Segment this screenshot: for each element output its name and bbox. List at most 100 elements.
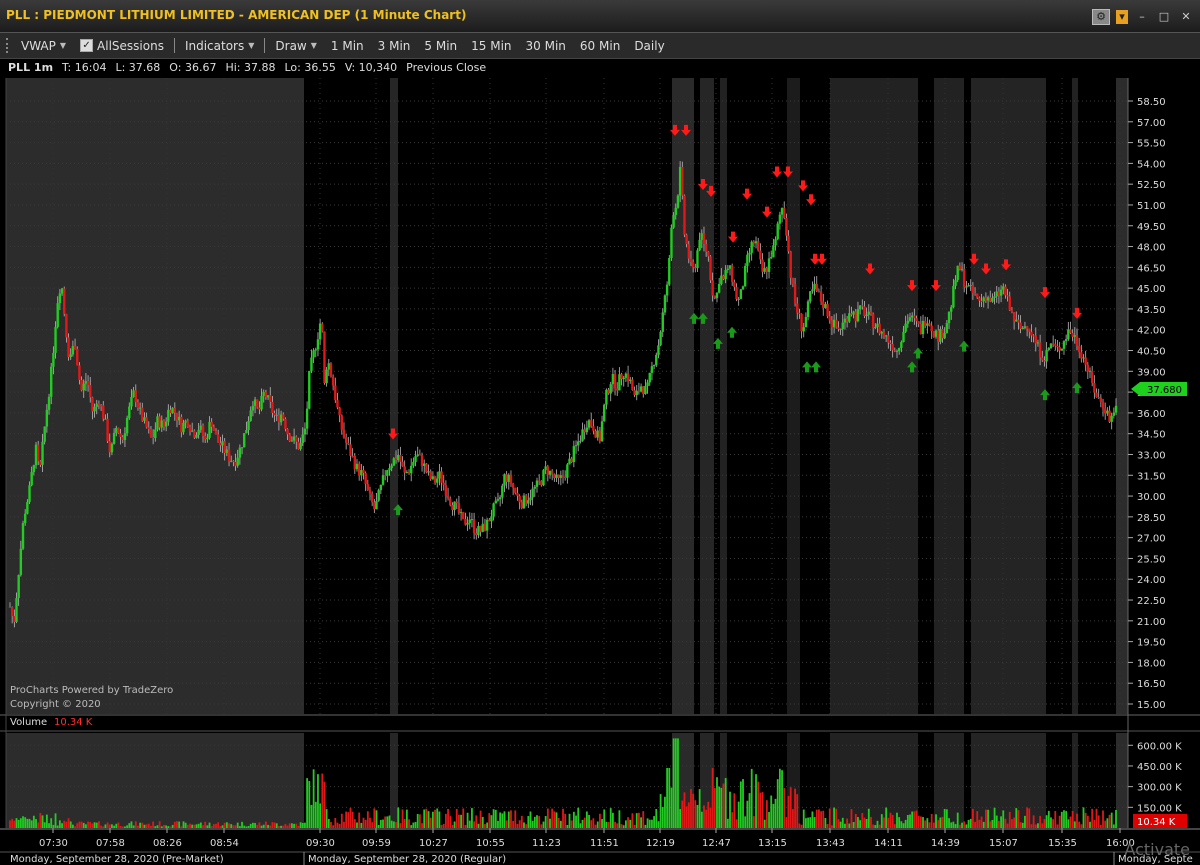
candle-down [1034,335,1037,344]
volume-bar [510,810,512,828]
candle-down [1006,295,1009,297]
volume-bar [447,808,449,828]
volume-bar [390,820,393,828]
candle-up [559,475,563,478]
volume-bar [872,824,875,828]
volume-bar [533,816,536,828]
candle-up [939,329,942,342]
volume-bar [674,738,677,828]
candle-up [45,409,49,427]
candle-up [167,409,170,422]
volume-bar [386,816,389,828]
volume-bar [798,823,801,828]
volume-bar [278,825,280,828]
os-activation-watermark: Activate [1124,840,1190,859]
volume-bar [598,813,601,828]
candle-up [492,503,495,517]
volume-bar [78,821,81,828]
candle-up [15,598,18,622]
candle-down [1071,332,1074,337]
candle-down [537,480,541,482]
candle-up [305,408,309,429]
volume-bar [614,821,616,828]
candle-down [711,280,714,296]
volume-bar [334,818,337,828]
candle-down [117,427,120,434]
candle-up [960,268,964,270]
candle-up [995,291,998,297]
candle-up [275,414,278,416]
volume-bar [269,825,272,828]
candle-up [390,465,393,469]
volume-bar [835,808,838,828]
candle-down [193,430,196,438]
volume-tick-label: 450.00 K [1137,762,1182,773]
candle-down [288,434,291,442]
volume-bar [629,819,632,828]
volume-bar [323,781,326,828]
volume-bar [26,818,29,828]
candle-down [511,483,515,488]
candle-down [509,474,513,484]
volume-bar [1006,823,1009,828]
volume-bar [937,820,940,828]
volume-bar [922,817,924,828]
volume-bar [28,818,31,828]
candle-up [431,476,435,480]
candle-up [292,436,296,441]
candle-up [262,392,265,396]
price-tick-label: 57.00 [1137,118,1166,129]
candle-down [687,244,690,259]
session-band-volume [1116,733,1128,828]
volume-bar [833,807,835,828]
candle-down [546,466,550,475]
candle-up [650,366,654,373]
candle-up [934,330,938,337]
candle-down [340,415,344,430]
candle-up [436,478,439,483]
time-tick-label: 14:11 [874,838,903,849]
candle-up [726,268,730,271]
volume-bar [885,807,888,828]
volume-bar [9,820,11,828]
volume-bar [1021,822,1024,828]
volume-bar [690,788,692,828]
candle-up [225,449,229,453]
volume-bar [785,817,788,828]
volume-bar [458,814,460,828]
candle-down [63,288,66,314]
volume-bar [225,822,228,828]
candle-down [800,313,803,332]
candle-down [681,166,684,196]
candle-up [774,239,777,246]
candle-up [301,434,304,444]
volume-bar [436,808,439,828]
volume-bar [505,820,508,828]
candle-down [704,244,708,252]
candle-down [407,472,411,474]
volume-bar [666,768,669,828]
candle-down [455,501,458,504]
candle-up [28,485,31,503]
candle-down [464,518,467,525]
volume-bar [442,823,445,828]
candle-down [976,293,979,298]
volume-last-tag: 10.34 K [1133,814,1187,828]
volume-bar [217,822,220,828]
volume-bar [935,814,937,828]
candle-up [843,318,847,323]
volume-bar [787,795,790,828]
volume-bar [564,813,567,828]
price-chart[interactable]: 58.50 57.00 55.50 54.00 52.50 51.00 49.50 48.00… [0,0,1200,865]
candle-down [1086,364,1090,372]
volume-bar [618,810,621,828]
candle-up [906,320,910,324]
candle-down [590,420,593,427]
candle-down [295,436,298,442]
candle-up [1015,319,1018,322]
candle-up [314,349,317,351]
candle-down [1099,397,1103,402]
volume-bar [327,818,330,828]
candle-up [1106,410,1109,414]
candle-up [670,227,673,258]
